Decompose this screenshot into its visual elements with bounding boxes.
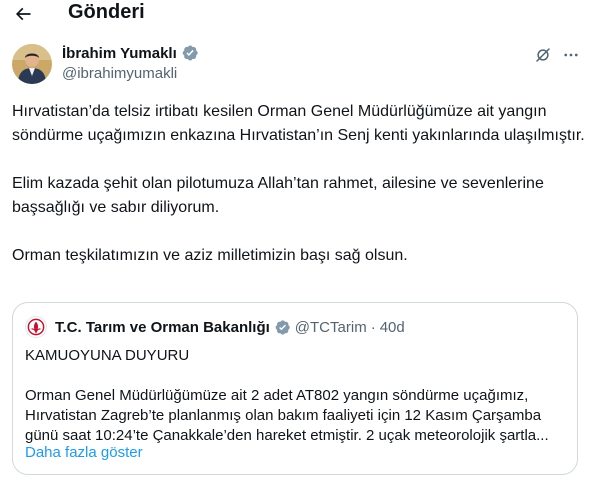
quoted-text-line: günü saat 10:24’te Çanakkale’den hareket… (25, 427, 549, 444)
separator-dot: · (370, 318, 376, 336)
author-name-row: İbrahim Yumaklı (62, 44, 199, 62)
avatar[interactable] (12, 44, 52, 84)
show-more-link[interactable]: Daha fazla göster (25, 444, 143, 461)
quoted-tweet-header: T.C. Tarım ve Orman Bakanlığı @TCTarim ·… (25, 316, 405, 338)
quoted-text-line: Orman Genel Müdürlüğümüze ait 2 adet AT8… (25, 387, 529, 404)
quoted-timestamp[interactable]: 40d (380, 319, 405, 336)
tweet-author: İbrahim Yumaklı @ibrahimyumakli (12, 44, 587, 86)
quoted-author-name: T.C. Tarım ve Orman Bakanlığı (55, 318, 270, 336)
tweet-text: Hırvatistan’da telsiz irtibatı kesilen O… (12, 100, 587, 268)
verified-badge-icon (275, 319, 290, 335)
quoted-author-handle: @TCTarim (294, 318, 367, 336)
quoted-tweet-body: KAMUOYUNA DUYURU Orman Genel Müdürlüğümü… (25, 346, 570, 446)
author-name[interactable]: İbrahim Yumaklı (62, 45, 177, 62)
verified-badge-icon (182, 45, 198, 61)
page-header: Gönderi (0, 0, 597, 30)
grok-icon (536, 48, 550, 62)
ministry-logo-icon (27, 318, 45, 336)
tweet-paragraph: Orman teşkilatımızın ve aziz milletimizi… (12, 247, 408, 264)
tweet-paragraph: Elim kazada şehit olan pilotumuza Allah’… (12, 175, 544, 216)
author-handle[interactable]: @ibrahimyumakli (62, 65, 177, 82)
avatar-photo (12, 44, 52, 84)
grok-button[interactable] (532, 44, 554, 66)
quoted-avatar (25, 316, 47, 338)
tweet-paragraph: Hırvatistan’da telsiz irtibatı kesilen O… (12, 103, 585, 144)
quoted-text-line: Hırvatistan Zagreb’te planlanmış olan ba… (25, 407, 542, 424)
more-horizontal-icon (564, 53, 578, 57)
quoted-title: KAMUOYUNA DUYURU (25, 347, 190, 364)
arrow-left-icon (15, 7, 31, 21)
quoted-tweet-card[interactable]: T.C. Tarım ve Orman Bakanlığı @TCTarim ·… (12, 302, 578, 475)
page-title: Gönderi (68, 1, 145, 23)
more-button[interactable] (560, 44, 582, 66)
back-button[interactable] (10, 2, 36, 26)
